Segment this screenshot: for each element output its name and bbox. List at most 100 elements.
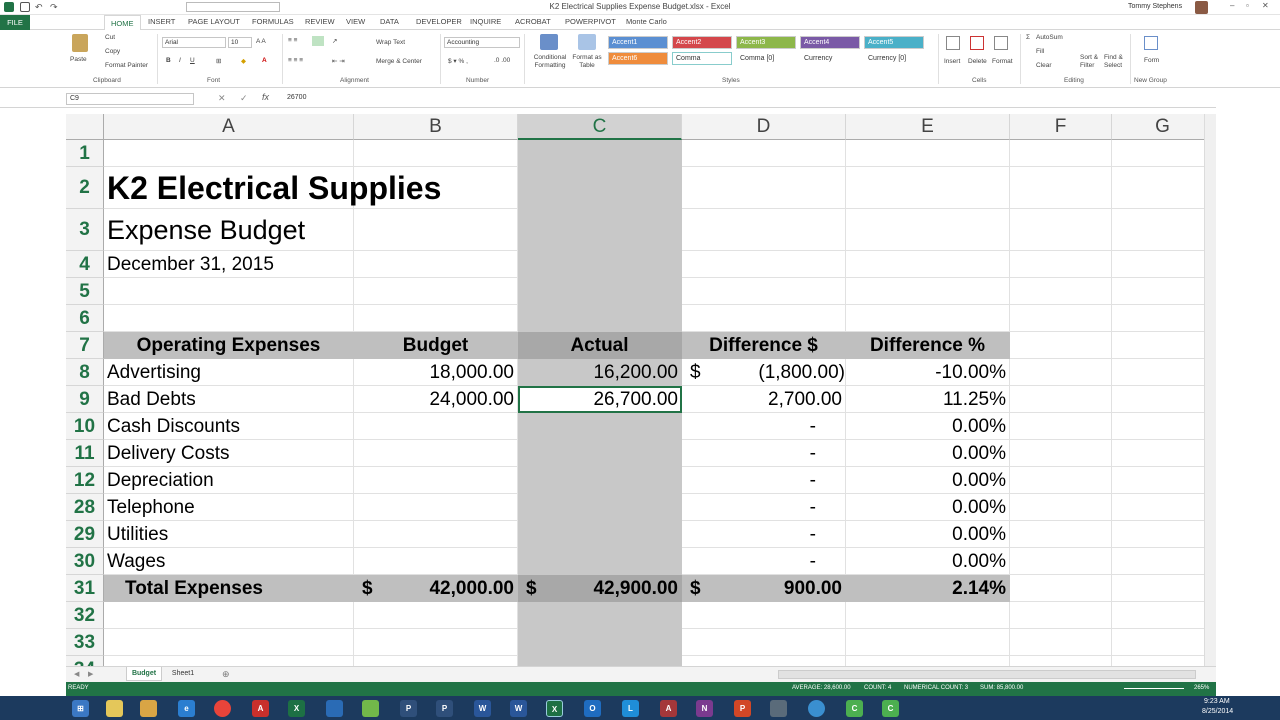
chrome-icon[interactable] — [214, 700, 231, 717]
word-icon[interactable]: W — [510, 700, 527, 717]
cell-c28[interactable] — [518, 494, 682, 521]
cell-f31[interactable] — [1010, 575, 1112, 602]
cell-d31[interactable]: 900.00 $ — [682, 575, 846, 602]
camtasia-icon[interactable]: C — [846, 700, 863, 717]
cell-a31[interactable]: Total Expenses — [104, 575, 354, 602]
app-icon[interactable] — [808, 700, 825, 717]
tab-powerpivot[interactable]: POWERPIVOT — [565, 17, 616, 26]
row-header-28[interactable]: 28 — [66, 494, 104, 521]
cell-f2[interactable] — [1010, 167, 1112, 209]
cell-e3[interactable] — [846, 209, 1010, 251]
cell-e31[interactable]: 2.14% — [846, 575, 1010, 602]
copy-button[interactable]: Copy — [105, 48, 120, 55]
cell-f4[interactable] — [1010, 251, 1112, 278]
cell-b31[interactable]: 42,000.00 $ — [354, 575, 518, 602]
cell-b9[interactable]: 24,000.00 — [354, 386, 518, 413]
cell-g32[interactable] — [1112, 602, 1204, 629]
grow-font-icon[interactable]: A A — [256, 38, 266, 45]
fill-color-icon[interactable]: ◆ — [241, 57, 246, 65]
cell-b8[interactable]: 18,000.00 — [354, 359, 518, 386]
lync-icon[interactable]: L — [622, 700, 639, 717]
cell-b11[interactable] — [354, 440, 518, 467]
enter-icon[interactable]: ✓ — [240, 93, 248, 104]
cell-e4[interactable] — [846, 251, 1010, 278]
tab-home[interactable]: HOME — [104, 15, 141, 31]
style-accent4[interactable]: Accent4 — [800, 36, 860, 49]
avatar[interactable] — [1195, 1, 1208, 14]
cell-g31[interactable] — [1112, 575, 1204, 602]
cell-b33[interactable] — [354, 629, 518, 656]
find-select-button[interactable]: Find & Select — [1104, 54, 1128, 70]
row-header-8[interactable]: 8 — [66, 359, 104, 386]
cell-a2[interactable]: K2 Electrical Supplies — [104, 167, 441, 209]
cell-a3[interactable]: Expense Budget — [104, 209, 354, 251]
folder-icon[interactable] — [140, 700, 157, 717]
zoom-slider[interactable] — [1124, 688, 1184, 689]
paste-button[interactable]: Paste — [70, 56, 87, 63]
cell-c12[interactable] — [518, 467, 682, 494]
column-header-d[interactable]: D — [682, 114, 846, 140]
column-header-f[interactable]: F — [1010, 114, 1112, 140]
row-header-29[interactable]: 29 — [66, 521, 104, 548]
cell-d11[interactable]: - — [682, 440, 846, 467]
font-name-select[interactable]: Arial — [162, 37, 226, 48]
clock-time[interactable]: 9:23 AM — [1204, 698, 1230, 705]
align-left-icon[interactable]: ≡ ≡ ≡ — [288, 57, 303, 64]
cell-b32[interactable] — [354, 602, 518, 629]
italic-icon[interactable]: I — [179, 57, 181, 64]
cell-d34[interactable] — [682, 656, 846, 666]
cell-g7[interactable] — [1112, 332, 1204, 359]
cell-d29[interactable]: - — [682, 521, 846, 548]
cut-button[interactable]: Cut — [105, 34, 115, 41]
accounting-icon[interactable]: $ ▾ % , — [448, 57, 468, 65]
cell-g8[interactable] — [1112, 359, 1204, 386]
cell-d12[interactable]: - — [682, 467, 846, 494]
indent-icon[interactable]: ⇤ ⇥ — [332, 57, 345, 65]
cell-e30[interactable]: 0.00% — [846, 548, 1010, 575]
cell-c30[interactable] — [518, 548, 682, 575]
cell-d2[interactable] — [682, 167, 846, 209]
cell-c6[interactable] — [518, 305, 682, 332]
tab-data[interactable]: DATA — [380, 17, 399, 26]
cell-f9[interactable] — [1010, 386, 1112, 413]
select-all-corner[interactable] — [66, 114, 104, 140]
row-header-11[interactable]: 11 — [66, 440, 104, 467]
cell-c2[interactable] — [518, 167, 682, 209]
tab-formulas[interactable]: FORMULAS — [252, 17, 294, 26]
cell-g5[interactable] — [1112, 278, 1204, 305]
column-header-b[interactable]: B — [354, 114, 518, 140]
form-button[interactable]: Form — [1144, 57, 1159, 64]
cell-d4[interactable] — [682, 251, 846, 278]
cell-e10[interactable]: 0.00% — [846, 413, 1010, 440]
cell-d1[interactable] — [682, 140, 846, 167]
cell-d28[interactable]: - — [682, 494, 846, 521]
conditional-formatting-icon[interactable] — [540, 34, 558, 50]
powerpoint-icon[interactable]: P — [734, 700, 751, 717]
cell-d10[interactable]: - — [682, 413, 846, 440]
cell-a8[interactable]: Advertising — [104, 359, 354, 386]
cell-c7[interactable]: Actual — [518, 332, 682, 359]
style-currency[interactable]: Currency — [800, 52, 860, 65]
sort-filter-button[interactable]: Sort & Filter — [1080, 54, 1104, 70]
insert-icon[interactable] — [946, 36, 960, 50]
cell-g30[interactable] — [1112, 548, 1204, 575]
cell-g6[interactable] — [1112, 305, 1204, 332]
tab-acrobat[interactable]: ACROBAT — [515, 17, 551, 26]
tab-inquire[interactable]: INQUIRE — [470, 17, 501, 26]
cell-d32[interactable] — [682, 602, 846, 629]
row-header-4[interactable]: 4 — [66, 251, 104, 278]
cell-g29[interactable] — [1112, 521, 1204, 548]
tab-developer[interactable]: DEVELOPER — [416, 17, 462, 26]
cell-e5[interactable] — [846, 278, 1010, 305]
cell-b30[interactable] — [354, 548, 518, 575]
cell-f7[interactable] — [1010, 332, 1112, 359]
cell-b1[interactable] — [354, 140, 518, 167]
fill-button[interactable]: Fill — [1036, 48, 1044, 55]
borders-icon[interactable]: ⊞ — [216, 57, 221, 65]
font-color-icon[interactable]: A — [262, 57, 267, 64]
prev-sheet-icon[interactable]: ◀ — [74, 670, 79, 678]
user-name[interactable]: Tommy Stephens — [1128, 3, 1182, 10]
windows-start-icon[interactable]: ⊞ — [72, 700, 89, 717]
cell-a10[interactable]: Cash Discounts — [104, 413, 354, 440]
cell-c5[interactable] — [518, 278, 682, 305]
